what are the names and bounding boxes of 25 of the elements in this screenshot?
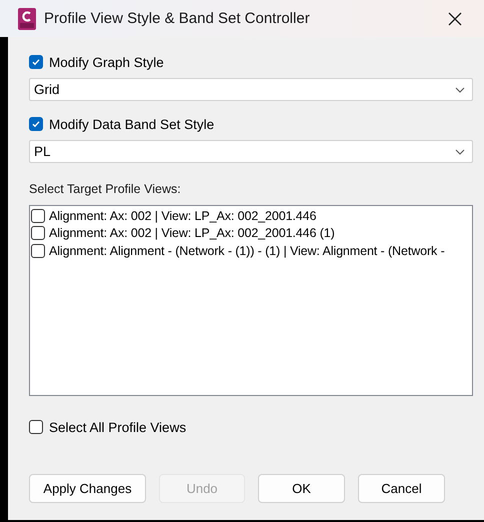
checkbox[interactable]	[29, 420, 43, 434]
checkbox[interactable]	[29, 117, 43, 131]
checkbox[interactable]	[31, 226, 45, 240]
window-title: Profile View Style & Band Set Controller	[44, 10, 311, 27]
checkbox[interactable]	[31, 244, 45, 258]
chevron-down-icon	[455, 148, 465, 154]
list-item-label[interactable]: Alignment: Alignment - (Network - (1)) - (1) | View: Alignment - (Network -	[49, 244, 445, 258]
checkbox[interactable]	[29, 55, 43, 69]
close-icon[interactable]	[448, 12, 462, 26]
style-dropdown[interactable]: Grid	[29, 78, 473, 101]
chevron-down-icon	[455, 86, 465, 92]
checkbox-label: Select All Profile Views	[49, 420, 186, 434]
dialog-button[interactable]: Cancel	[358, 474, 445, 503]
style-dropdown[interactable]: PL	[29, 140, 473, 163]
list-item-label[interactable]: Alignment: Ax: 002 | View: LP_Ax: 002_2001.446	[49, 208, 316, 223]
checkmark-icon	[31, 57, 41, 67]
checkbox-label: Modify Data Band Set Style	[49, 116, 214, 132]
section-label: Select Target Profile Views:	[29, 182, 182, 196]
checkbox[interactable]	[31, 208, 45, 223]
dialog-button[interactable]: Apply Changes	[29, 474, 146, 503]
list-item-label[interactable]: Alignment: Ax: 002 | View: LP_Ax: 002_2001.446 (1)	[49, 226, 335, 240]
checkmark-icon	[31, 119, 41, 129]
app-logo-icon	[18, 8, 36, 30]
checkbox-label: Modify Graph Style	[49, 54, 164, 70]
dialog-button[interactable]: OK	[258, 474, 345, 503]
